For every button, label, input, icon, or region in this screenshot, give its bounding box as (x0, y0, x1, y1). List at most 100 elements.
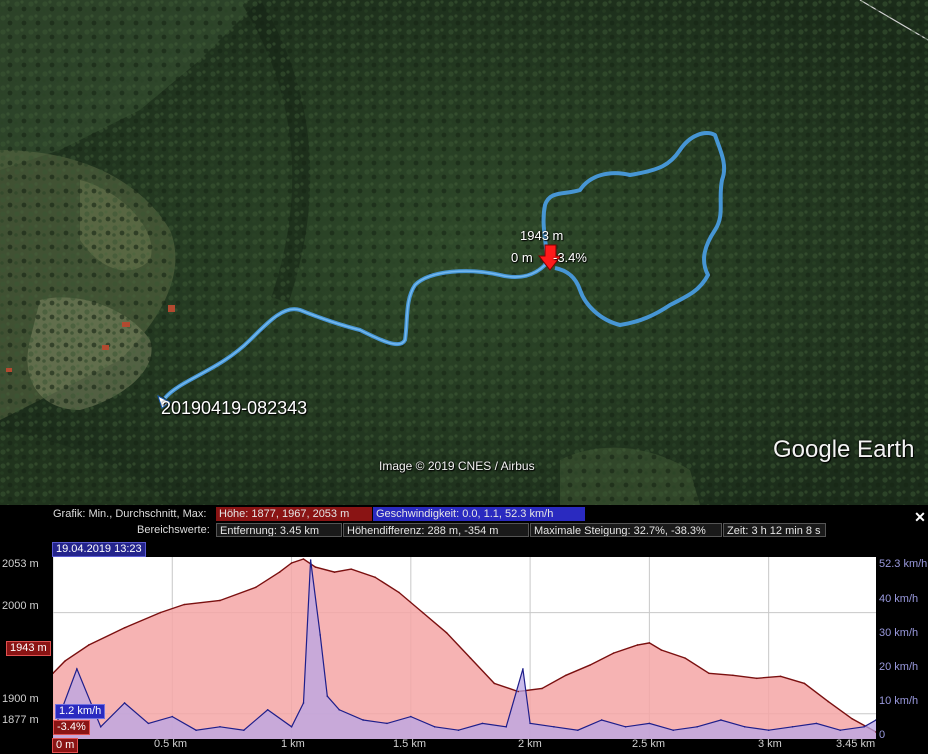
elevation-point (333, 571, 336, 573)
elevation-point (87, 644, 90, 646)
imagery-attribution: Image © 2019 CNES / Airbus (379, 459, 535, 473)
y-right-tick: 40 km/h (879, 593, 919, 605)
speed-point (219, 725, 221, 728)
elevation-point (803, 682, 806, 685)
elevation-point (517, 690, 519, 693)
cursor-speed-tag: 1.2 km/h (55, 704, 106, 719)
speed-point (433, 725, 436, 728)
elevation-speed-chart[interactable] (53, 557, 876, 739)
speed-point (76, 668, 78, 670)
speed-stat-button[interactable]: Geschwindigkeit: 0.0, 1.1, 52.3 km/h (373, 507, 585, 521)
elevation-point (398, 591, 400, 594)
x-tick: 0.5 km (154, 738, 188, 750)
elevation-point (827, 700, 830, 703)
x-tick: 2 km (518, 738, 542, 750)
range-values-label: Bereichswerte: (137, 524, 210, 536)
elevation-point (302, 558, 305, 560)
speed-point (696, 725, 698, 728)
elevation-profile-panel: Grafik: Min., Durchschnitt, Max: Höhe: 1… (0, 505, 928, 754)
cursor-distance-tag: 0 m (52, 738, 79, 753)
speed-point (553, 725, 555, 728)
height-stat-button[interactable]: Höhe: 1877, 1967, 2053 m (216, 507, 372, 521)
elevation-point (469, 657, 472, 659)
graph-stats-label: Grafik: Min., Durchschnitt, Max: (53, 508, 207, 520)
speed-point (338, 708, 341, 711)
speed-point (309, 559, 312, 561)
speed-point (577, 729, 579, 731)
elevation-difference-stat: Höhendifferenz: 288 m, -354 m (343, 523, 529, 537)
marker-grade-label: -3.4% (553, 250, 587, 265)
cursor-grade-tag: -3.4% (53, 720, 90, 735)
elevation-point (183, 603, 186, 606)
speed-point (195, 729, 197, 731)
elevation-point (314, 566, 317, 568)
speed-point (266, 708, 269, 711)
elevation-point (684, 657, 686, 659)
x-tick: 3 km (758, 738, 782, 750)
y-right-tick: 52.3 km/h (879, 558, 928, 570)
speed-point (302, 702, 305, 704)
speed-point (362, 719, 364, 721)
speed-point (457, 729, 460, 731)
speed-point (386, 722, 388, 725)
y-left-tick: 2000 m (2, 600, 39, 612)
speed-point (743, 725, 746, 728)
elevation-point (660, 649, 663, 651)
elevation-point (123, 626, 126, 629)
speed-point (529, 722, 531, 725)
speed-point (839, 729, 842, 731)
y-left-tick: 1877 m (2, 714, 39, 726)
x-tick: 1.5 km (393, 738, 427, 750)
elevation-point (779, 675, 782, 678)
satellite-map-view[interactable]: 20190419-082343 1943 m 0 m -3.4% Image ©… (0, 0, 928, 505)
elevation-point (708, 672, 710, 675)
track-name-label[interactable]: 20190419-082343 (161, 398, 307, 419)
speed-point (815, 722, 818, 725)
elevation-point (612, 652, 615, 654)
elevation-point (278, 571, 281, 573)
elevation-point (159, 611, 162, 614)
distance-stat: Entfernung: 3.45 km (216, 523, 342, 537)
speed-point (243, 729, 245, 731)
marker-distance-label: 0 m (511, 250, 533, 265)
elevation-point (374, 576, 376, 579)
elevation-point (254, 586, 257, 589)
max-grade-stat: Maximale Steigung: 32.7%, -38.3% (530, 523, 722, 537)
satellite-imagery (0, 0, 928, 505)
y-right-tick: 20 km/h (879, 661, 919, 673)
elevation-point (732, 674, 734, 677)
marker-elevation-label: 1943 m (520, 228, 564, 243)
elevation-area (53, 559, 876, 739)
speed-point (505, 725, 508, 728)
speed-point (481, 722, 484, 725)
close-icon[interactable]: ✕ (913, 510, 927, 524)
elevation-point (588, 664, 591, 666)
speed-point (791, 725, 794, 728)
y-left-tick: 2053 m (2, 558, 39, 570)
speed-point (672, 729, 675, 731)
elevation-point (64, 660, 66, 662)
speed-point (522, 668, 524, 670)
speed-point (290, 725, 293, 728)
speed-point (171, 715, 174, 718)
speed-point (600, 719, 603, 721)
speed-point (410, 715, 412, 718)
elevation-point (851, 717, 853, 720)
elevation-point (541, 687, 543, 690)
speed-point (319, 634, 321, 636)
speed-point (648, 722, 651, 725)
elevation-point (290, 562, 293, 564)
cursor-elevation-tag: 1943 m (6, 641, 51, 656)
x-tick: 3.45 km (836, 738, 876, 750)
timestamp-badge: 19.04.2019 13:23 (52, 542, 146, 557)
elevation-point (219, 599, 221, 602)
elevation-point (445, 632, 448, 634)
elevation-point (421, 611, 424, 614)
elevation-point (350, 568, 352, 570)
x-tick: 1 km (281, 738, 305, 750)
speed-point (123, 702, 126, 704)
y-right-tick: 30 km/h (879, 627, 919, 639)
elevation-point (648, 642, 651, 644)
y-right-tick: 10 km/h (879, 695, 919, 707)
elevation-point (493, 682, 496, 685)
